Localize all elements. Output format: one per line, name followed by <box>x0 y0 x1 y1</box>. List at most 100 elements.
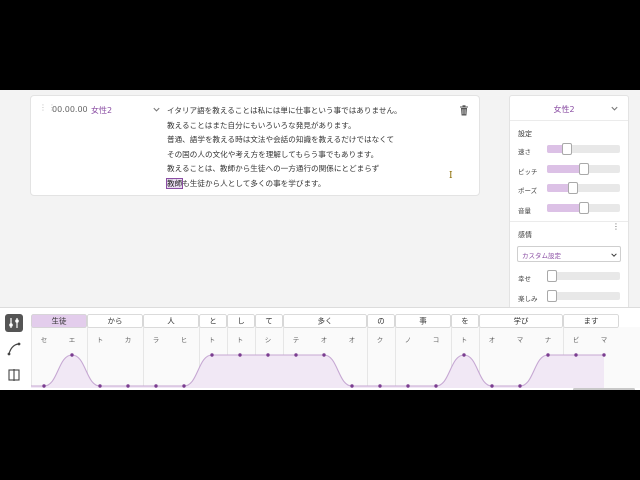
divider <box>510 120 628 121</box>
kana-label: ナ <box>545 336 552 344</box>
accent-point[interactable] <box>406 384 410 388</box>
pitch-slider[interactable] <box>547 163 620 175</box>
script-line[interactable]: 教えることは、教師から生徒への一方通行の関係にとどまらず <box>167 162 447 177</box>
accent-point[interactable] <box>350 384 354 388</box>
accent-point[interactable] <box>238 353 242 357</box>
kana-label: コ <box>433 336 440 344</box>
word-label: 学び <box>514 316 529 326</box>
slider-knob[interactable] <box>578 163 589 175</box>
accent-point[interactable] <box>462 353 466 357</box>
slider-knob[interactable] <box>578 202 589 214</box>
accent-point[interactable] <box>70 353 74 357</box>
script-line[interactable]: 教えることはまた自分にもいろいろな発見があります。 <box>167 119 447 134</box>
pause-slider[interactable] <box>547 182 620 194</box>
happy-slider[interactable] <box>547 270 620 282</box>
kana-label: ト <box>237 336 244 344</box>
kana-label: カ <box>125 336 132 344</box>
slider-label: 幸せ <box>518 275 531 283</box>
fun-slider[interactable] <box>547 290 620 302</box>
drag-handle-icon[interactable]: ⋮⋮ <box>39 104 56 115</box>
kana-label: ト <box>97 336 104 344</box>
slider-label: ポーズ <box>518 187 538 195</box>
divider <box>510 221 628 222</box>
more-options-icon[interactable]: ⋮ <box>612 223 620 231</box>
accent-tool-icon[interactable] <box>5 314 23 332</box>
kana-label: オ <box>489 336 496 344</box>
chevron-down-icon[interactable] <box>610 104 619 113</box>
accent-point[interactable] <box>546 353 550 357</box>
accent-point[interactable] <box>602 353 606 357</box>
tuning-timeline: 生徒セ エ からト カ 人ラ ヒ とト しト てシ 多くテ オ オ のク 事ノ コ をト 学びオ マ ナ ますビ マ <box>0 307 640 390</box>
text-block-card[interactable]: ⋮⋮ 00.00.00 女性2 イタリア語を教えることは私には単に仕事という事で… <box>30 95 480 196</box>
kana-label: ノ <box>405 336 412 344</box>
emotion-preset-value: カスタム設定 <box>522 252 561 260</box>
script-text[interactable]: イタリア語を教えることは私には単に仕事という事ではありません。 教えることはまた… <box>165 104 447 192</box>
accent-point[interactable] <box>574 353 578 357</box>
duration-tool-icon[interactable] <box>5 366 23 384</box>
voice-selector-label[interactable]: 女性2 <box>91 105 112 116</box>
slider-label: 楽しみ <box>518 295 538 303</box>
settings-heading: 設定 <box>518 130 532 138</box>
chevron-down-icon[interactable] <box>152 105 161 114</box>
script-line-rest[interactable]: も生徒から人として多くの事を学びます。 <box>182 179 325 188</box>
kana-label: オ <box>349 336 356 344</box>
word-label: ます <box>584 317 599 326</box>
emotion-preset-select[interactable]: カスタム設定 <box>517 246 621 262</box>
slider-knob[interactable] <box>567 182 578 194</box>
accent-point[interactable] <box>490 384 494 388</box>
word-label: を <box>461 317 469 326</box>
panel-voice-name[interactable]: 女性2 <box>510 104 618 115</box>
word-label: し <box>237 317 245 326</box>
accent-point[interactable] <box>98 384 102 388</box>
accent-point[interactable] <box>266 353 270 357</box>
word-label: と <box>209 317 217 326</box>
accent-point[interactable] <box>210 353 214 357</box>
kana-label: オ <box>321 336 328 344</box>
slider-knob[interactable] <box>547 270 557 282</box>
word-label: の <box>377 317 385 326</box>
accent-point[interactable] <box>518 384 522 388</box>
kana-label: テ <box>293 336 300 344</box>
accent-point[interactable] <box>378 384 382 388</box>
script-line[interactable]: イタリア語を教えることは私には単に仕事という事ではありません。 <box>167 104 447 119</box>
word-label: 人 <box>167 317 175 326</box>
emotion-heading: 感情 <box>518 231 532 239</box>
script-line[interactable]: その国の人の文化や考え方を理解してもらう事でもあります。 <box>167 148 447 163</box>
slider-label: 速さ <box>518 148 531 156</box>
word-label: 生徒 <box>52 316 67 326</box>
script-line[interactable]: 普通、語学を教える時は文法や会話の知識を教えるだけではなくて <box>167 133 447 148</box>
text-cursor-icon: I <box>449 171 453 181</box>
accent-point[interactable] <box>42 384 46 388</box>
accent-point[interactable] <box>182 384 186 388</box>
tuning-toolbar <box>5 314 25 390</box>
trash-icon[interactable] <box>459 105 469 116</box>
word-label: て <box>265 317 273 326</box>
voice-settings-panel: 女性2 設定 速さ ピッチ ポーズ 音量 感情 ⋮ カスタム設定 幸せ 楽しみ <box>509 95 629 310</box>
script-line[interactable]: 教師も生徒から人として多くの事を学びます。 <box>165 177 447 192</box>
kana-label: ク <box>377 336 384 344</box>
kana-label: セ <box>41 336 48 344</box>
volume-slider[interactable] <box>547 202 620 214</box>
word-label: 事 <box>419 316 427 326</box>
accent-point[interactable] <box>154 384 158 388</box>
accent-editor[interactable]: 生徒セ エ からト カ 人ラ ヒ とト しト てシ 多くテ オ オ のク 事ノ コ をト 学びオ マ ナ ますビ マ <box>31 314 640 388</box>
kana-label: エ <box>69 336 76 344</box>
speed-slider[interactable] <box>547 143 620 155</box>
accent-point[interactable] <box>294 353 298 357</box>
accent-point[interactable] <box>126 384 130 388</box>
accent-point[interactable] <box>322 353 326 357</box>
pitch-curve-tool-icon[interactable] <box>5 340 23 358</box>
word-label: 多く <box>318 316 333 326</box>
selected-text[interactable]: 教師 <box>165 177 184 189</box>
kana-label: ビ <box>573 335 580 344</box>
horizontal-scrollbar[interactable] <box>573 388 635 390</box>
kana-label: ラ <box>153 336 160 344</box>
slider-label: 音量 <box>518 207 531 215</box>
slider-knob[interactable] <box>547 290 557 302</box>
chevron-down-icon <box>611 253 617 257</box>
editor-app: ⋮⋮ 00.00.00 女性2 イタリア語を教えることは私には単に仕事という事で… <box>0 90 640 390</box>
accent-point[interactable] <box>434 384 438 388</box>
word-label: から <box>108 317 123 326</box>
kana-label: シ <box>265 336 272 344</box>
slider-knob[interactable] <box>561 143 572 155</box>
